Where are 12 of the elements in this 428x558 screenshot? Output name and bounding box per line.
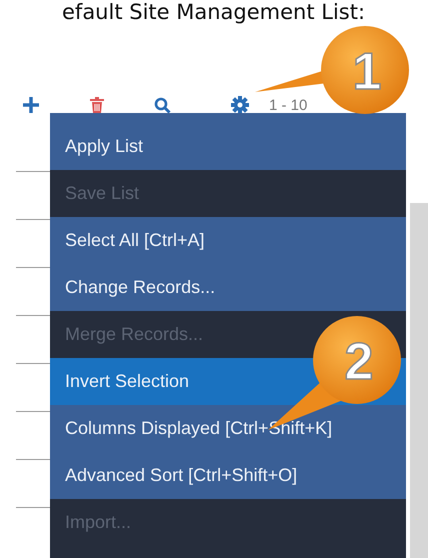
scrollbar[interactable] xyxy=(410,203,428,558)
page-counter: 1 - 10 xyxy=(269,96,308,114)
add-icon[interactable] xyxy=(22,96,40,114)
menu-item[interactable]: Select All [Ctrl+A] xyxy=(50,217,406,264)
menu-item[interactable]: Apply List xyxy=(50,123,406,170)
search-icon[interactable] xyxy=(154,96,171,114)
menu-item[interactable]: Columns Displayed [Ctrl+Shift+K] xyxy=(50,405,406,452)
menu-item[interactable]: Advanced Sort [Ctrl+Shift+O] xyxy=(50,452,406,499)
page-heading: efault Site Management List: xyxy=(62,0,366,26)
menu-item[interactable]: Change Records... xyxy=(50,264,406,311)
trash-icon[interactable] xyxy=(90,97,104,113)
settings-icon[interactable] xyxy=(231,96,249,114)
